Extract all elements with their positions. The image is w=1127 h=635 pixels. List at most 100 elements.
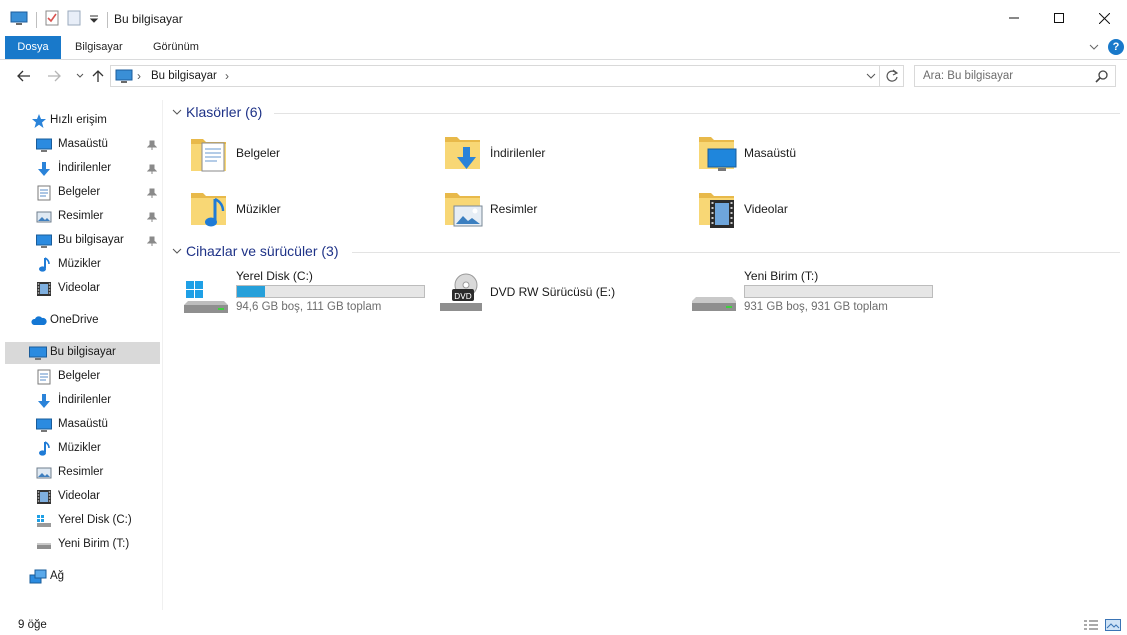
address-bar[interactable]: › Bu bilgisayar › xyxy=(110,65,904,87)
computer-icon xyxy=(115,69,133,87)
sidebar-item-local-disk-c[interactable]: Yerel Disk (C:) xyxy=(5,510,160,532)
navigation-pane: Hızlı erişim Masaüstü İndirilenler Belge… xyxy=(0,100,163,610)
close-button[interactable] xyxy=(1081,0,1127,36)
sidebar-item-label: Belgeler xyxy=(58,186,101,198)
expand-ribbon-icon[interactable] xyxy=(1088,41,1100,56)
sidebar-item-label: Yeni Birim (T:) xyxy=(58,538,130,550)
computer-icon[interactable] xyxy=(10,10,28,29)
sidebar-item-pictures[interactable]: Resimler xyxy=(5,462,160,484)
drive-local-disk-c[interactable]: Yerel Disk (C:) 94,6 GB boş, 111 GB topl… xyxy=(184,269,434,323)
pin-icon[interactable] xyxy=(146,187,158,201)
address-history-icon[interactable] xyxy=(865,70,877,85)
sidebar-item-quick-access[interactable]: Hızlı erişim xyxy=(5,110,160,132)
drive-name: DVD RW Sürücüsü (E:) xyxy=(490,285,616,299)
search-icon[interactable] xyxy=(1095,69,1109,86)
forward-button[interactable] xyxy=(44,66,64,86)
breadcrumb-separator[interactable]: › xyxy=(137,69,141,83)
tab-file[interactable]: Dosya xyxy=(5,36,61,59)
music-folder-icon xyxy=(190,189,230,236)
music-note-icon xyxy=(36,257,52,273)
downloads-folder-icon xyxy=(444,133,484,176)
folder-desktop[interactable]: Masaüstü xyxy=(698,133,938,181)
folder-videos[interactable]: Videolar xyxy=(698,189,938,237)
sidebar-item-this-pc-quick[interactable]: Bu bilgisayar xyxy=(5,230,160,252)
properties-icon[interactable] xyxy=(45,10,59,29)
pin-icon[interactable] xyxy=(146,211,158,225)
drive-icon xyxy=(692,275,738,318)
folder-label: Belgeler xyxy=(236,146,281,160)
download-arrow-icon xyxy=(36,393,52,409)
sidebar-item-documents[interactable]: Belgeler xyxy=(5,366,160,388)
document-icon xyxy=(36,185,52,201)
sidebar-item-onedrive[interactable]: OneDrive xyxy=(5,310,160,332)
chevron-down-icon[interactable] xyxy=(172,245,182,259)
folder-documents[interactable]: Belgeler xyxy=(190,133,430,181)
new-folder-icon[interactable] xyxy=(67,10,81,29)
sidebar-item-label: Masaüstü xyxy=(58,418,108,430)
sidebar-item-downloads[interactable]: İndirilenler xyxy=(5,390,160,412)
sidebar-item-documents[interactable]: Belgeler xyxy=(5,182,160,204)
group-header-folders[interactable]: Klasörler (6) xyxy=(172,104,1122,122)
search-placeholder: Ara: Bu bilgisayar xyxy=(923,70,1014,82)
sidebar-item-network[interactable]: Ağ xyxy=(5,566,160,588)
sidebar-item-label: İndirilenler xyxy=(58,394,112,406)
sidebar-item-new-volume-t[interactable]: Yeni Birim (T:) xyxy=(5,534,160,556)
maximize-button[interactable] xyxy=(1036,0,1082,36)
star-icon xyxy=(31,113,47,129)
group-title: Cihazlar ve sürücüler (3) xyxy=(186,243,339,259)
cloud-icon xyxy=(31,313,47,329)
sidebar-item-label: Yerel Disk (C:) xyxy=(58,514,132,526)
refresh-icon[interactable] xyxy=(885,69,899,86)
sidebar-item-pictures[interactable]: Resimler xyxy=(5,206,160,228)
tab-view[interactable]: Görünüm xyxy=(140,36,212,59)
sidebar-item-label: Videolar xyxy=(58,282,100,294)
sidebar-item-this-pc[interactable]: Bu bilgisayar xyxy=(5,342,160,364)
search-input[interactable]: Ara: Bu bilgisayar xyxy=(914,65,1116,87)
pin-icon[interactable] xyxy=(146,139,158,153)
sidebar-item-label: Videolar xyxy=(58,490,100,502)
folder-pictures[interactable]: Resimler xyxy=(444,189,684,237)
tab-computer[interactable]: Bilgisayar xyxy=(62,36,136,59)
drive-icon xyxy=(36,537,52,553)
large-icons-view-icon[interactable] xyxy=(1105,619,1121,634)
recent-locations-button[interactable] xyxy=(70,66,90,86)
folder-music[interactable]: Müzikler xyxy=(190,189,430,237)
pin-icon[interactable] xyxy=(146,235,158,249)
sidebar-item-label: Ağ xyxy=(50,570,65,582)
sidebar-item-desktop[interactable]: Masaüstü xyxy=(5,134,160,156)
sidebar-item-downloads[interactable]: İndirilenler xyxy=(5,158,160,180)
dvd-drive-icon: DVD xyxy=(438,273,484,318)
sidebar-item-label: Hızlı erişim xyxy=(50,114,107,126)
sidebar-item-music[interactable]: Müzikler xyxy=(5,438,160,460)
sidebar-item-label: Müzikler xyxy=(58,442,101,454)
sidebar-item-desktop[interactable]: Masaüstü xyxy=(5,414,160,436)
minimize-button[interactable] xyxy=(991,0,1037,36)
group-title: Klasörler (6) xyxy=(186,104,263,120)
sidebar-item-label: Müzikler xyxy=(58,258,101,270)
breadcrumb-separator[interactable]: › xyxy=(225,69,229,83)
back-button[interactable] xyxy=(14,66,34,86)
group-header-devices[interactable]: Cihazlar ve sürücüler (3) xyxy=(172,243,1122,261)
sidebar-item-label: Bu bilgisayar xyxy=(58,234,124,246)
help-icon[interactable]: ? xyxy=(1108,39,1124,55)
drive-dvd-e[interactable]: DVD DVD RW Sürücüsü (E:) xyxy=(438,269,688,323)
ribbon-tabs: Dosya Bilgisayar Görünüm ? xyxy=(0,36,1127,60)
sidebar-item-videos[interactable]: Videolar xyxy=(5,486,160,508)
up-button[interactable] xyxy=(88,66,108,86)
pin-icon[interactable] xyxy=(146,163,158,177)
folder-label: Müzikler xyxy=(236,202,281,216)
title-bar: Bu bilgisayar xyxy=(0,0,1127,36)
drive-new-volume-t[interactable]: Yeni Birim (T:) 931 GB boş, 931 GB topla… xyxy=(692,269,942,323)
folder-label: Resimler xyxy=(490,202,538,216)
folder-label: İndirilenler xyxy=(490,146,546,160)
drive-usage-bar xyxy=(744,285,933,298)
details-view-icon[interactable] xyxy=(1083,619,1099,634)
sidebar-item-videos[interactable]: Videolar xyxy=(5,278,160,300)
chevron-down-icon[interactable] xyxy=(172,106,182,120)
pictures-folder-icon xyxy=(444,189,484,236)
folder-downloads[interactable]: İndirilenler xyxy=(444,133,684,181)
breadcrumb[interactable]: Bu bilgisayar xyxy=(151,70,217,82)
sidebar-item-label: Resimler xyxy=(58,210,104,222)
sidebar-item-music[interactable]: Müzikler xyxy=(5,254,160,276)
qat-dropdown-icon[interactable] xyxy=(89,13,99,27)
